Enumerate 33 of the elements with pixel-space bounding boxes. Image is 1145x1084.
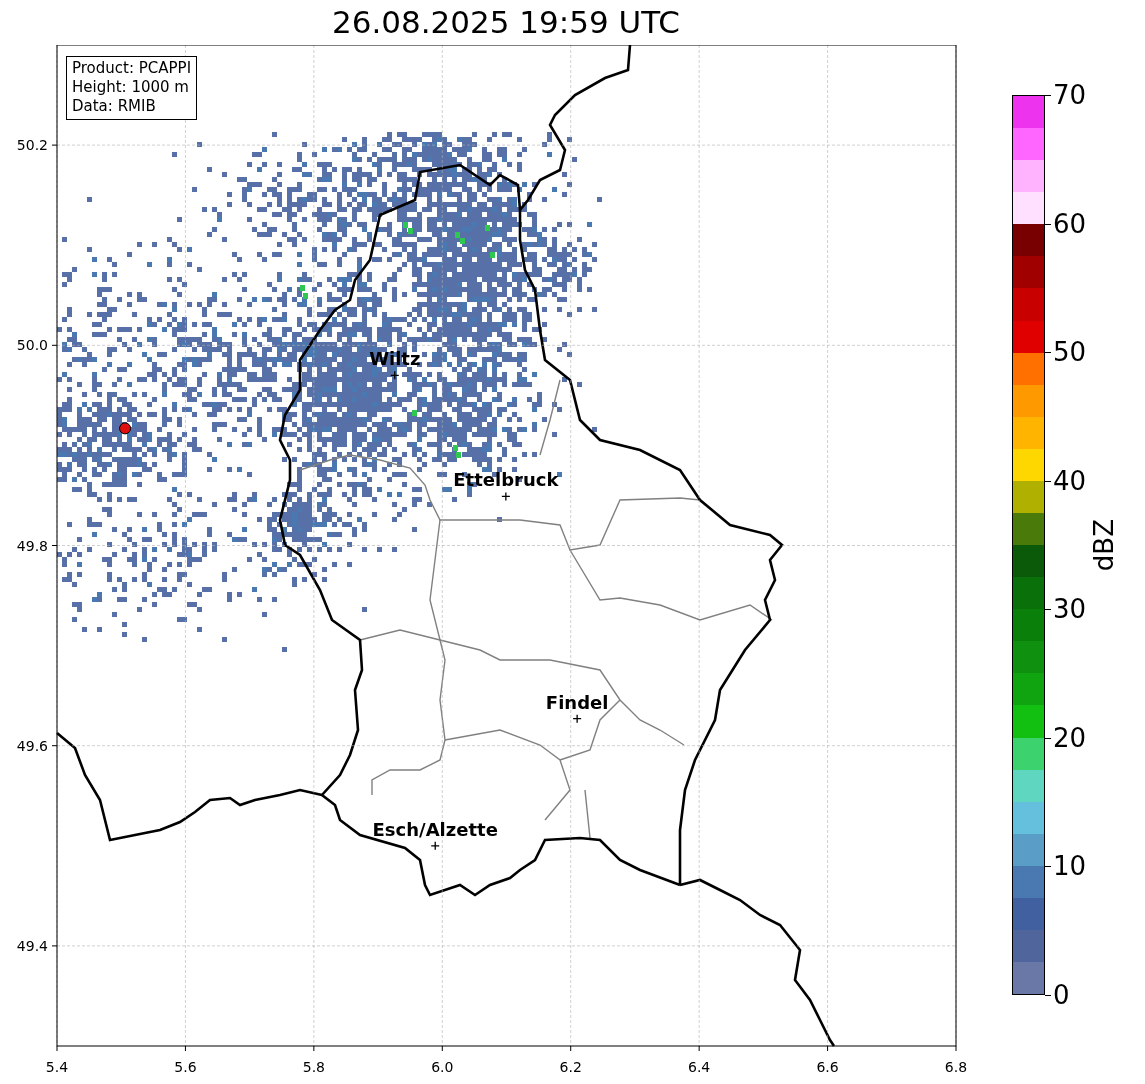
scale-tick-label: 40 bbox=[1053, 467, 1087, 494]
y-tick-label: 50.2 bbox=[16, 137, 48, 154]
y-tick-label: 49.6 bbox=[16, 737, 48, 754]
city-marker bbox=[501, 491, 511, 502]
radar-site-marker bbox=[119, 422, 132, 435]
scale-tick-label: 70 bbox=[1053, 82, 1087, 108]
y-tick-label: 49.4 bbox=[16, 937, 48, 954]
scale-tick-label: 60 bbox=[1053, 210, 1087, 237]
x-tick-label: 6.0 bbox=[431, 1059, 454, 1075]
legend-text: Data: RMIB bbox=[72, 97, 157, 116]
scale-axis-label: dBZ bbox=[1089, 518, 1119, 572]
scale-tick-label: 0 bbox=[1053, 982, 1070, 1008]
city-marker bbox=[430, 841, 440, 851]
x-tick-label: 6.8 bbox=[944, 1059, 968, 1075]
x-tick-label: 6.4 bbox=[688, 1059, 711, 1075]
city-marker bbox=[572, 714, 582, 724]
scale-tick-label: 20 bbox=[1053, 724, 1087, 751]
x-tick-label: 5.6 bbox=[174, 1059, 197, 1075]
x-tick-label: 5.8 bbox=[302, 1059, 325, 1075]
city-marker bbox=[390, 370, 400, 380]
y-tick-label: 50.0 bbox=[16, 337, 48, 354]
x-tick-label: 6.6 bbox=[816, 1059, 839, 1075]
scale-tick-label: 10 bbox=[1053, 853, 1087, 880]
city-label: Findel bbox=[545, 691, 609, 713]
legend-text: Height: 1000 m bbox=[72, 78, 190, 97]
legend-text: Product: PCAPPI bbox=[72, 59, 192, 78]
x-tick-label: 6.2 bbox=[559, 1059, 582, 1075]
scale-tick-label: 50 bbox=[1053, 339, 1087, 366]
y-tick-label: 49.8 bbox=[16, 537, 48, 554]
chart-title: 26.08.2025 19:59 UTC bbox=[331, 3, 681, 42]
scale-tick-label: 30 bbox=[1053, 596, 1087, 623]
x-tick-label: 5.4 bbox=[45, 1059, 69, 1075]
city-label: Esch/Alzette bbox=[372, 818, 498, 840]
